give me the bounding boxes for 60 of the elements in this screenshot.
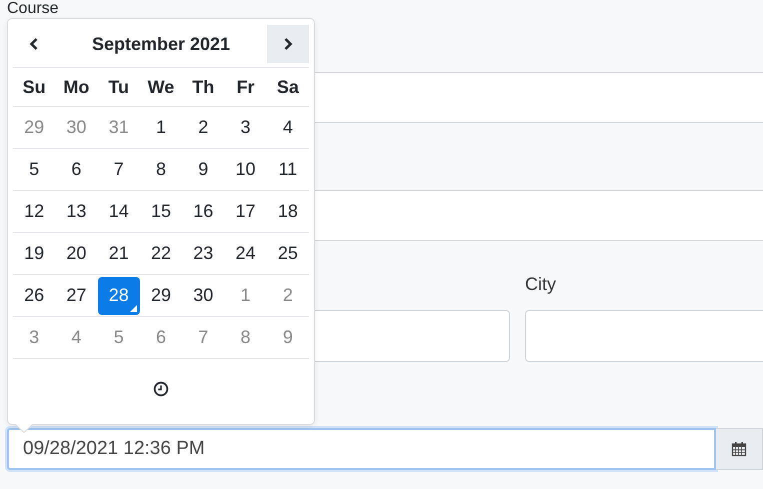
chevron-left-icon: [28, 37, 40, 51]
weekday-label: We: [146, 76, 176, 98]
chevron-right-icon: [282, 37, 294, 51]
weekday-label: Su: [22, 76, 47, 98]
calendar-day[interactable]: 9: [266, 318, 309, 356]
time-picker-button[interactable]: [151, 379, 171, 399]
calendar-day[interactable]: 24: [224, 234, 267, 272]
calendar-day[interactable]: 17: [224, 192, 267, 230]
weekday-label: Mo: [62, 76, 90, 98]
calendar-day[interactable]: 3: [224, 108, 267, 146]
calendar-day[interactable]: 2: [266, 276, 309, 314]
calendar-day[interactable]: 13: [55, 192, 98, 230]
weekday-label: Th: [191, 76, 216, 98]
calendar-day[interactable]: 15: [140, 192, 182, 230]
calendar-day[interactable]: 1: [140, 108, 182, 146]
calendar-day[interactable]: 8: [224, 318, 267, 356]
calendar-day[interactable]: 30: [182, 276, 224, 314]
calendar-day[interactable]: 7: [98, 150, 140, 188]
calendar-day[interactable]: 6: [140, 318, 182, 356]
calendar-day[interactable]: 23: [182, 234, 224, 272]
calendar-day[interactable]: 21: [98, 234, 140, 272]
calendar-day[interactable]: 22: [140, 234, 182, 272]
calendar-day[interactable]: 31: [98, 108, 140, 146]
calendar-day[interactable]: 4: [266, 108, 309, 146]
datetime-field[interactable]: 09/28/2021 12:36 PM: [7, 428, 716, 470]
calendar-day[interactable]: 28: [98, 276, 140, 314]
calendar-day[interactable]: 2: [182, 108, 224, 146]
input-field[interactable]: [525, 310, 763, 362]
calendar-day[interactable]: 26: [13, 276, 56, 314]
calendar-day[interactable]: 29: [140, 276, 182, 314]
calendar-day[interactable]: 12: [13, 192, 56, 230]
calendar-day[interactable]: 7: [182, 318, 224, 356]
field-label: Course: [7, 0, 60, 17]
calendar-day[interactable]: 4: [55, 318, 98, 356]
calendar-button[interactable]: [716, 428, 763, 470]
calendar-day[interactable]: 18: [266, 192, 309, 230]
calendar-day[interactable]: 1: [224, 276, 267, 314]
calendar-day[interactable]: 30: [55, 108, 98, 146]
calendar-day[interactable]: 19: [13, 234, 56, 272]
weekday-label: Sa: [276, 76, 300, 98]
calendar-day[interactable]: 11: [266, 150, 309, 188]
calendar-day[interactable]: 8: [140, 150, 182, 188]
calendar-icon: [731, 441, 747, 457]
calendar-day[interactable]: 29: [13, 108, 56, 146]
calendar-day[interactable]: 14: [98, 192, 140, 230]
calendar-day[interactable]: 9: [182, 150, 224, 188]
calendar-day[interactable]: 5: [98, 318, 140, 356]
calendar-day[interactable]: 25: [266, 234, 309, 272]
field-label: City: [525, 275, 557, 296]
calendar-day[interactable]: 27: [55, 276, 98, 314]
calendar-day[interactable]: 3: [13, 318, 56, 356]
weekday-label: Tu: [107, 76, 130, 98]
calendar-day[interactable]: 20: [55, 234, 98, 272]
calendar-day[interactable]: 16: [182, 192, 224, 230]
calendar-day[interactable]: 6: [55, 150, 98, 188]
weekday-label: Fr: [236, 76, 256, 98]
calendar-day[interactable]: 5: [13, 150, 56, 188]
next-month-button[interactable]: [267, 25, 309, 63]
clock-icon: [153, 381, 169, 397]
calendar-day[interactable]: 10: [224, 150, 267, 188]
